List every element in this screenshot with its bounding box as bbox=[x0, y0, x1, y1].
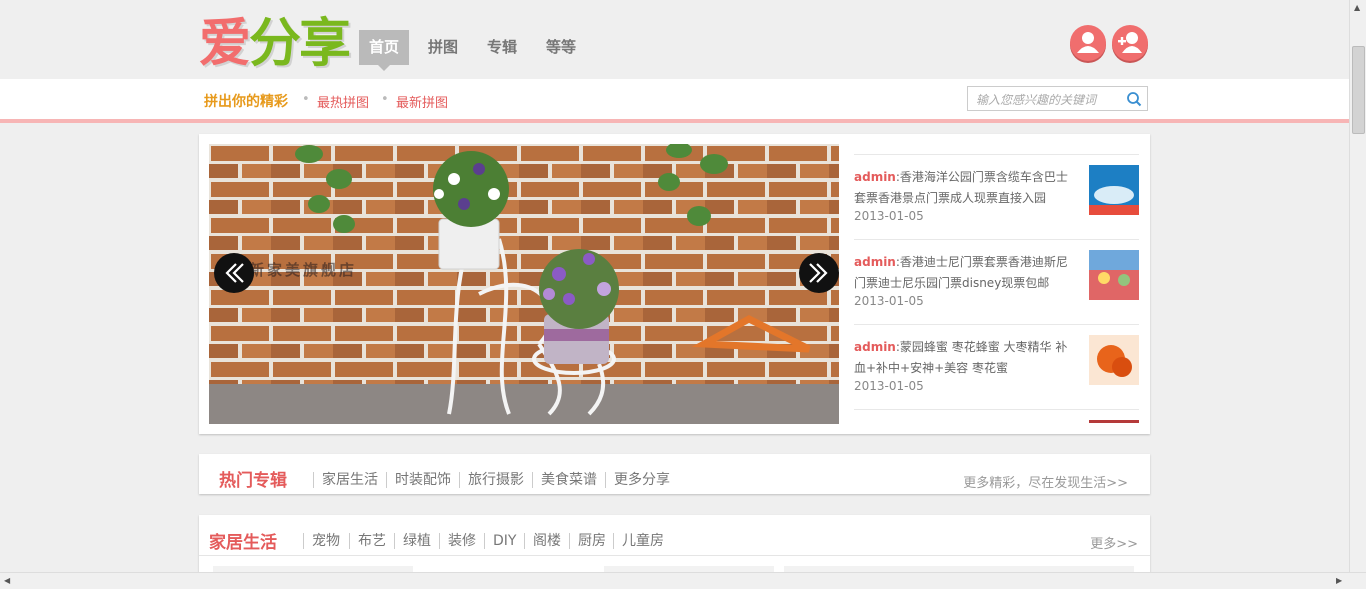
tag-kitchen[interactable]: 厨房 bbox=[569, 533, 606, 549]
news-list: admin:香港海洋公园门票含缆车含巴士套票香港景点门票成人现票直接入园 201… bbox=[854, 154, 1139, 423]
tag-pets[interactable]: 宠物 bbox=[303, 533, 340, 549]
tag-recipes[interactable]: 美食菜谱 bbox=[532, 472, 597, 488]
scroll-right-icon[interactable]: ▶ bbox=[1336, 576, 1342, 585]
hot-albums-bar: 热门专辑 家居生活 时装配饰 旅行摄影 美食菜谱 更多分享 更多精彩，尽在发现生… bbox=[199, 454, 1150, 494]
nav-more[interactable]: 等等 bbox=[536, 30, 586, 65]
slider-prev-button[interactable] bbox=[214, 253, 254, 293]
add-user-icon bbox=[1118, 32, 1142, 53]
news-item[interactable]: admin:香港迪士尼门票套票香港迪斯尼门票迪士尼乐园门票disney现票包邮 … bbox=[854, 239, 1139, 324]
home-life-section: 家居生活 宠物 布艺 绿植 装修 DIY 阁楼 厨房 儿童房 更多>> bbox=[199, 515, 1150, 575]
news-thumbnail bbox=[1089, 420, 1139, 423]
news-thumbnail[interactable] bbox=[1089, 165, 1139, 215]
hot-albums-title: 热门专辑 bbox=[219, 471, 287, 491]
sub-navigation-bar: 拼出你的精彩 • 最热拼图 • 最新拼图 bbox=[0, 79, 1350, 123]
news-item[interactable]: admin:蒙园蜂蜜 枣花蜂蜜 大枣精华 补血+补中+安神+美容 枣花蜜 201… bbox=[854, 324, 1139, 409]
news-date: 2013-01-05 bbox=[854, 294, 924, 308]
news-text[interactable]: admin:香港海洋公园门票含缆车含巴士套票香港景点门票成人现票直接入园 bbox=[854, 167, 1079, 209]
news-user[interactable]: admin bbox=[854, 255, 896, 269]
slider-next-button[interactable] bbox=[799, 253, 839, 293]
home-more-link[interactable]: 更多>> bbox=[1090, 533, 1138, 552]
link-hot-collages[interactable]: 最热拼图 bbox=[317, 92, 369, 111]
news-user[interactable]: admin bbox=[854, 170, 896, 184]
search-icon[interactable] bbox=[1126, 91, 1142, 107]
double-chevron-left-icon bbox=[225, 263, 244, 283]
thumbnail-image bbox=[1089, 165, 1139, 215]
news-text[interactable]: admin:蒙园蜂蜜 枣花蜂蜜 大枣精华 补血+补中+安神+美容 枣花蜜 bbox=[854, 337, 1079, 379]
slogan: 拼出你的精彩 bbox=[204, 94, 288, 110]
news-item[interactable]: admin:香港海洋公园门票含缆车含巴士套票香港景点门票成人现票直接入园 201… bbox=[854, 154, 1139, 239]
thumbnail-image bbox=[1089, 250, 1139, 300]
user-icon bbox=[1077, 32, 1099, 53]
tag-attic[interactable]: 阁楼 bbox=[524, 533, 561, 549]
login-button[interactable] bbox=[1070, 25, 1106, 61]
tag-home-life[interactable]: 家居生活 bbox=[313, 472, 378, 488]
separator-dot: • bbox=[381, 92, 389, 107]
site-logo[interactable]: 爱 分 享 bbox=[199, 14, 351, 74]
search-box bbox=[967, 86, 1148, 112]
nav-albums[interactable]: 专辑 bbox=[477, 30, 527, 65]
search-input[interactable] bbox=[974, 87, 1128, 112]
vertical-scrollbar[interactable]: ▲ bbox=[1349, 0, 1366, 573]
double-chevron-right-icon bbox=[809, 263, 828, 283]
news-thumbnail[interactable] bbox=[1089, 335, 1139, 385]
nav-collage[interactable]: 拼图 bbox=[418, 30, 468, 65]
logo-char-1: 爱 bbox=[199, 14, 251, 74]
news-date: 2013-01-05 bbox=[854, 209, 924, 223]
link-new-collages[interactable]: 最新拼图 bbox=[396, 92, 448, 111]
tag-kids-room[interactable]: 儿童房 bbox=[613, 533, 664, 549]
news-date: 2013-01-05 bbox=[854, 379, 924, 393]
scroll-up-icon[interactable]: ▲ bbox=[1354, 3, 1360, 12]
main-nav: 首页 拼图 专辑 等等 bbox=[359, 30, 595, 71]
thumbnail-image bbox=[1089, 335, 1139, 385]
logo-char-3: 享 bbox=[299, 14, 351, 74]
slide-image bbox=[209, 144, 839, 424]
home-life-title: 家居生活 bbox=[209, 533, 277, 553]
scrollbar-thumb[interactable] bbox=[1352, 46, 1365, 134]
tag-diy[interactable]: DIY bbox=[484, 533, 516, 549]
tag-fabric[interactable]: 布艺 bbox=[349, 533, 386, 549]
tag-fashion[interactable]: 时装配饰 bbox=[386, 472, 451, 488]
tag-decoration[interactable]: 装修 bbox=[439, 533, 476, 549]
news-user[interactable]: admin bbox=[854, 340, 896, 354]
register-button[interactable] bbox=[1112, 25, 1148, 61]
separator-dot: • bbox=[302, 92, 310, 107]
header: 爱 分 享 首页 拼图 专辑 等等 bbox=[0, 0, 1350, 79]
news-text[interactable]: admin:香港迪士尼门票套票香港迪斯尼门票迪士尼乐园门票disney现票包邮 bbox=[854, 252, 1079, 294]
featured-panel: 新家美旗舰店 admin:香港海洋公园门票含缆车含巴士套票香港景点门票成人现票直… bbox=[199, 134, 1150, 434]
hot-more-link[interactable]: 更多精彩，尽在发现生活>> bbox=[963, 472, 1128, 491]
divider bbox=[199, 555, 1150, 556]
tag-plants[interactable]: 绿植 bbox=[394, 533, 431, 549]
news-item-partial bbox=[854, 409, 1139, 423]
tag-travel[interactable]: 旅行摄影 bbox=[459, 472, 524, 488]
horizontal-scrollbar[interactable]: ◀ ▶ bbox=[0, 572, 1366, 589]
scroll-left-icon[interactable]: ◀ bbox=[4, 576, 10, 585]
slide-watermark: 新家美旗舰店 bbox=[249, 261, 358, 279]
logo-char-2: 分 bbox=[249, 14, 301, 74]
nav-home[interactable]: 首页 bbox=[359, 30, 410, 71]
tag-more-shares[interactable]: 更多分享 bbox=[605, 472, 670, 488]
news-thumbnail[interactable] bbox=[1089, 250, 1139, 300]
image-slider[interactable]: 新家美旗舰店 bbox=[209, 144, 839, 424]
